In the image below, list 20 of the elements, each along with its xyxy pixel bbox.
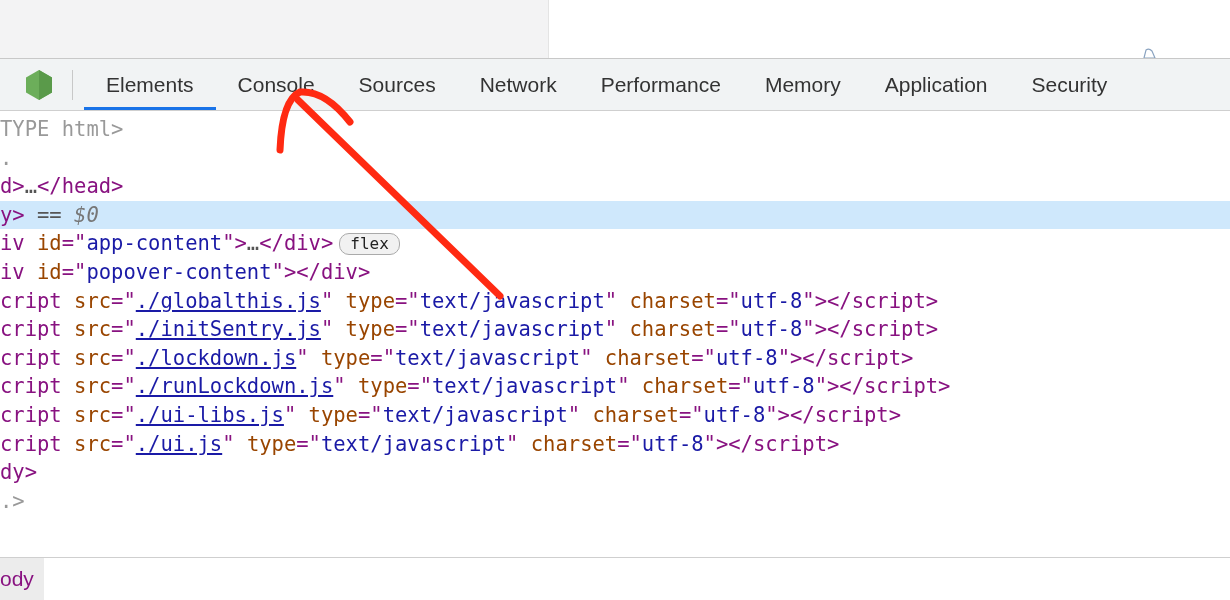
code-line[interactable]: cript src="./ui.js" type="text/javascript" charset="utf-8"></script> bbox=[0, 429, 1230, 459]
code-line[interactable]: cript src="./lockdown.js" type="text/javascript" charset="utf-8"></script> bbox=[0, 343, 1230, 373]
code-line[interactable]: d>…</head> bbox=[0, 172, 1230, 201]
devtools-tab[interactable]: Memory bbox=[742, 59, 863, 110]
breadcrumb-item[interactable]: ody bbox=[0, 558, 44, 600]
code-line[interactable]: cript src="./initSentry.js" type="text/javascript" charset="utf-8"></script> bbox=[0, 315, 1230, 344]
devtools-tab[interactable]: Network bbox=[457, 59, 579, 110]
code-line[interactable]: dy> bbox=[0, 458, 1230, 487]
devtools-tab[interactable]: Application bbox=[862, 59, 1010, 110]
code-line[interactable]: iv id="popover-content"></div> bbox=[0, 257, 1230, 287]
code-line[interactable]: cript src="./runLockdown.js" type="text/javascript" charset="utf-8"></script> bbox=[0, 372, 1230, 401]
code-line[interactable]: cript src="./globalthis.js" type="text/javascript" charset="utf-8"></script> bbox=[0, 286, 1230, 316]
devtools-tab[interactable]: Elements bbox=[84, 59, 216, 110]
devtools-tab[interactable]: Security bbox=[1009, 59, 1130, 110]
code-line[interactable]: cript src="./ui-libs.js" type="text/javascript" charset="utf-8"></script> bbox=[0, 400, 1230, 430]
hexagon-icon[interactable] bbox=[25, 68, 53, 101]
flex-badge[interactable]: flex bbox=[339, 232, 400, 255]
code-line[interactable]: iv id="app-content">…</div> flex bbox=[0, 229, 1230, 258]
devtools-tab[interactable]: Performance bbox=[578, 59, 743, 110]
devtools-tab[interactable]: Sources bbox=[336, 59, 458, 110]
